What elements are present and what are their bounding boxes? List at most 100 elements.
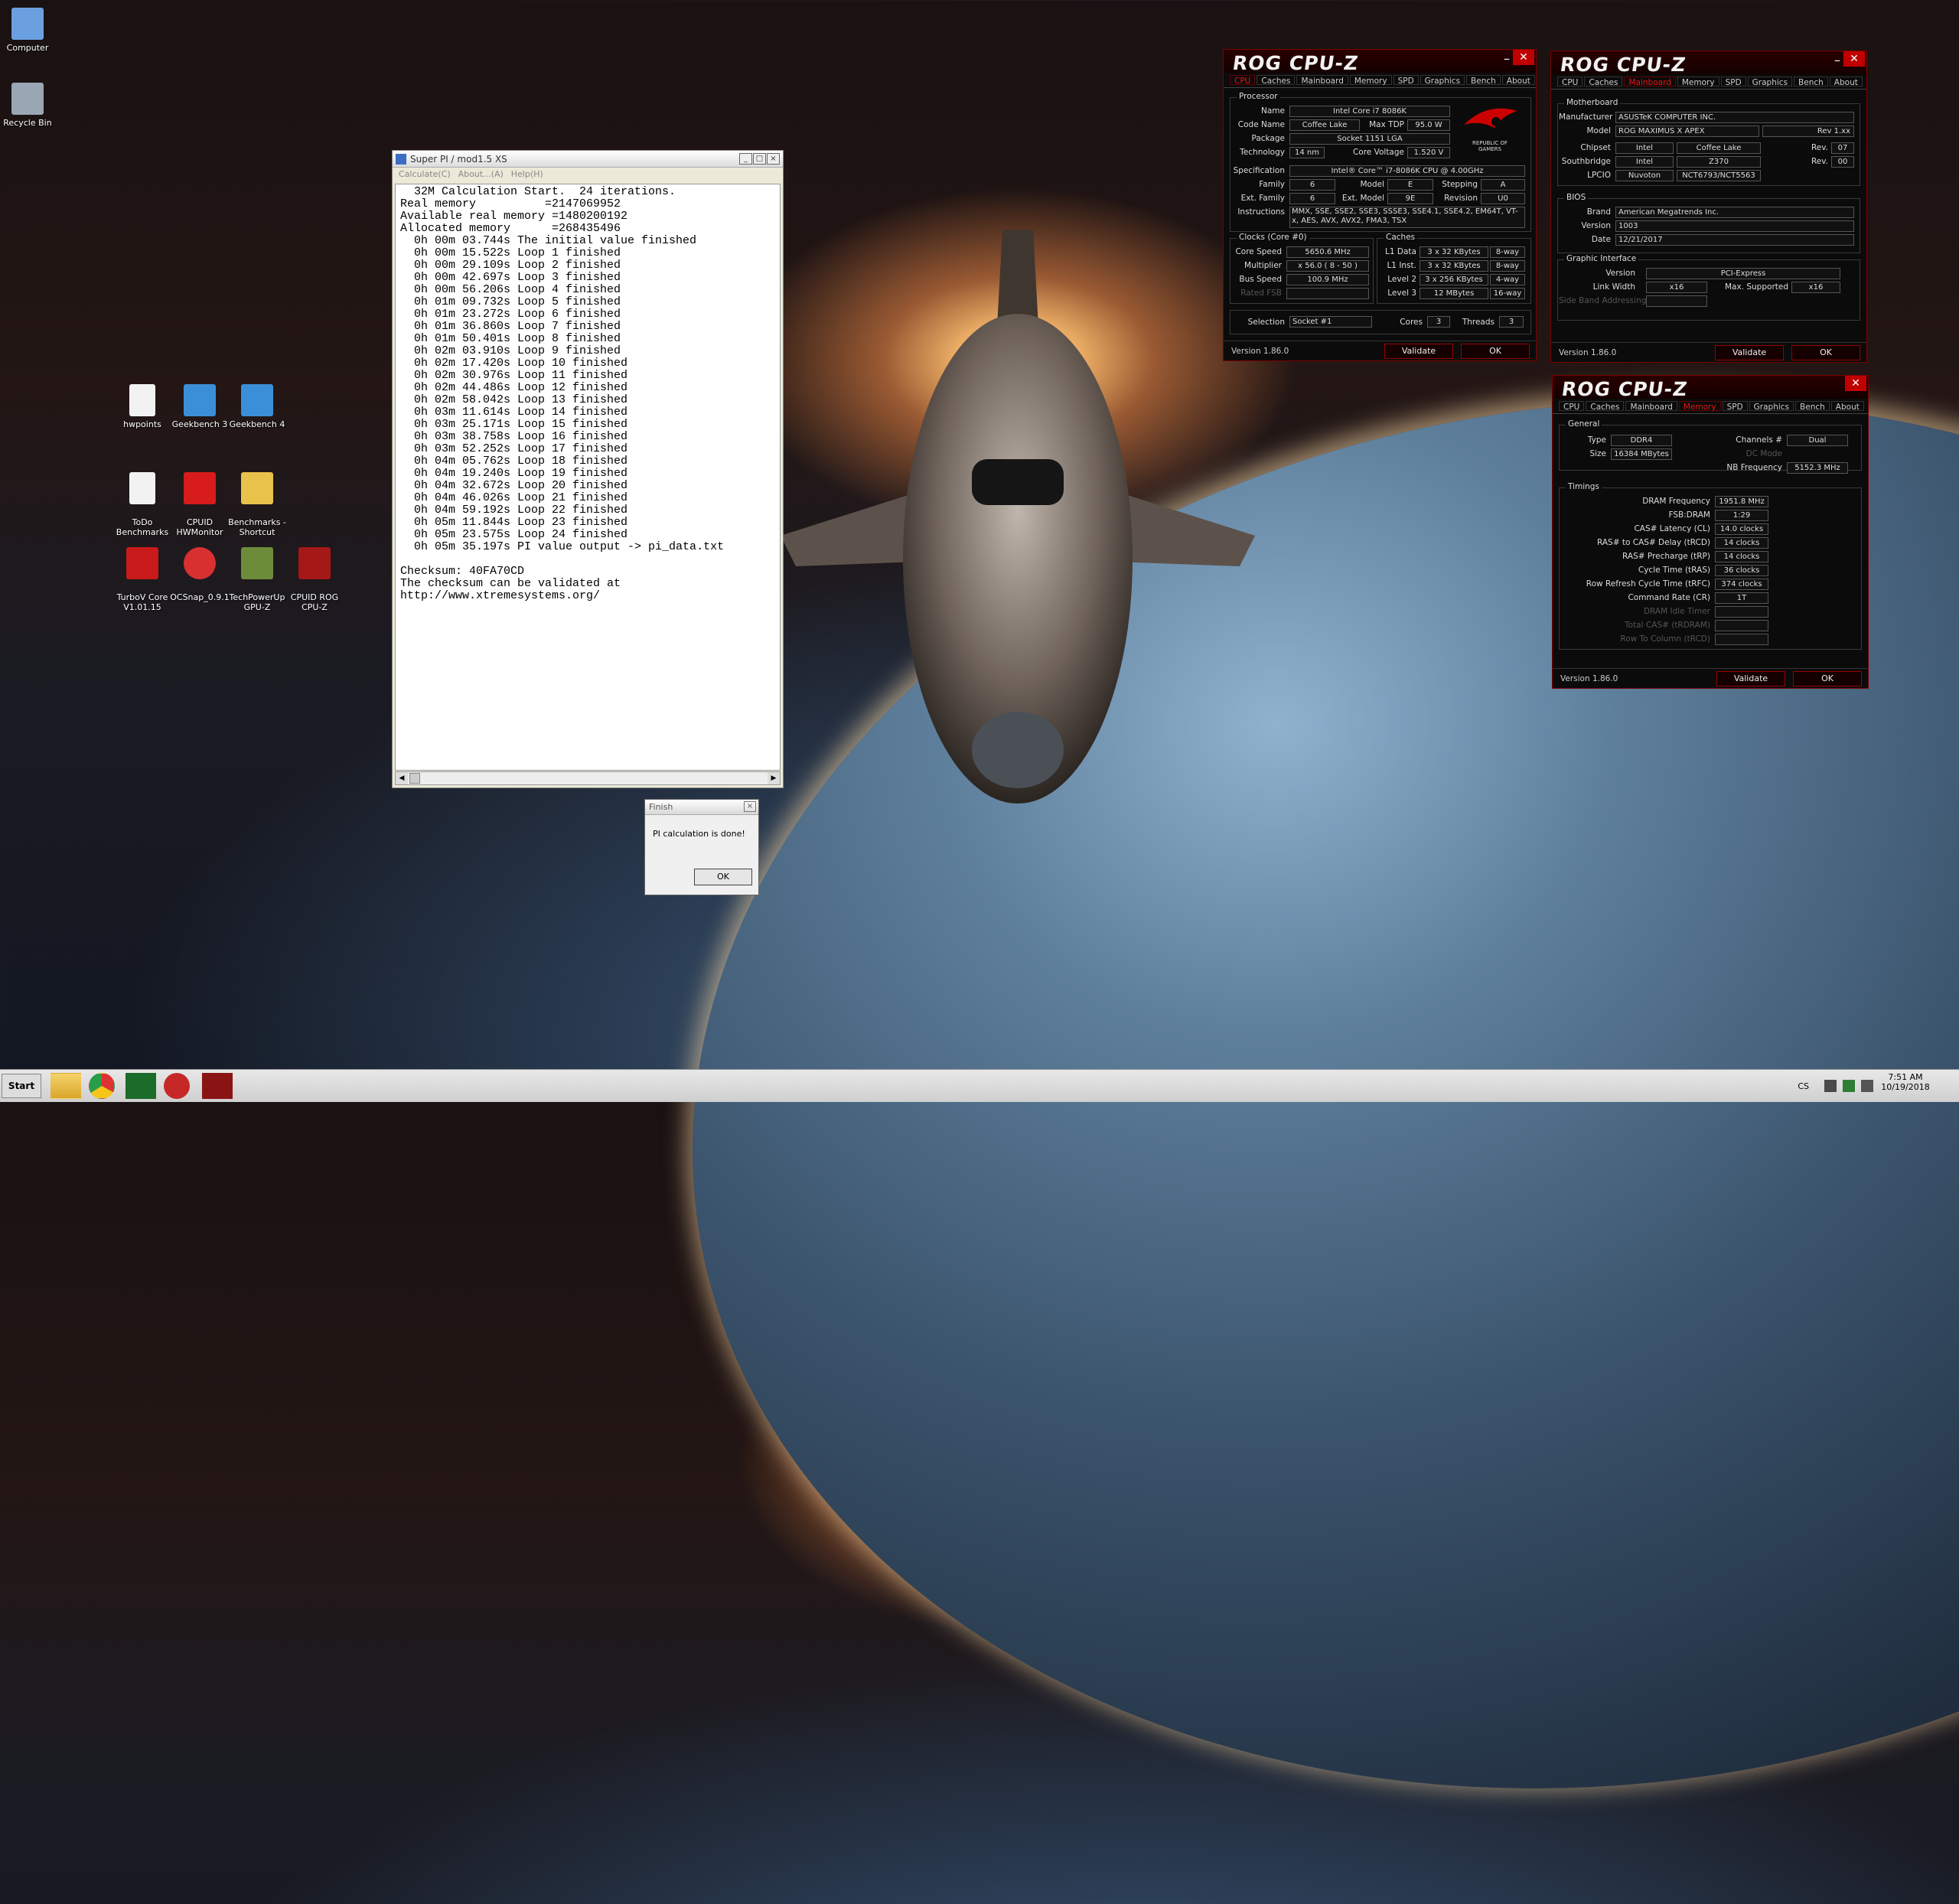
label-lpcio: LPCIO: [1587, 171, 1611, 180]
value-row-to-column: [1715, 634, 1768, 645]
label-southbridge: Southbridge: [1561, 157, 1611, 166]
title-bar[interactable]: Super PI / mod1.5 XS _ □ ×: [393, 151, 783, 168]
value-revision: U0: [1481, 193, 1525, 204]
tab-memory[interactable]: Memory: [1677, 77, 1719, 87]
menu-calculate[interactable]: Calculate(C): [399, 169, 451, 180]
clock[interactable]: 7:51 AM 10/19/2018: [1875, 1072, 1936, 1092]
tab-cpu[interactable]: CPU: [1559, 401, 1585, 412]
scroll-thumb[interactable]: [409, 773, 420, 784]
geekbench-icon: [241, 384, 273, 416]
value-idle-timer: [1715, 606, 1768, 618]
socket-select[interactable]: Socket #1: [1289, 316, 1372, 328]
ok-button[interactable]: OK: [1791, 345, 1860, 360]
desktop-icon-geekbench4[interactable]: Geekbench 4: [219, 384, 295, 429]
ok-button[interactable]: OK: [1461, 344, 1530, 359]
tab-mainboard[interactable]: Mainboard: [1296, 75, 1348, 86]
tab-caches[interactable]: Caches: [1257, 75, 1296, 86]
title-bar[interactable]: ROG CPU-Z ✕: [1553, 376, 1868, 400]
ok-button[interactable]: OK: [694, 869, 752, 885]
close-icon[interactable]: ✕: [1513, 50, 1534, 65]
tab-about[interactable]: About: [1829, 77, 1863, 87]
desktop-icon-computer[interactable]: Computer: [0, 8, 66, 53]
flag-icon[interactable]: [1824, 1080, 1837, 1092]
tab-spd[interactable]: SPD: [1722, 401, 1748, 412]
tab-memory[interactable]: Memory: [1349, 75, 1392, 86]
title-bar[interactable]: ROG CPU-Z – ✕: [1551, 51, 1866, 76]
tab-spd[interactable]: SPD: [1393, 75, 1419, 86]
language-indicator[interactable]: CS: [1798, 1081, 1809, 1091]
tab-spd[interactable]: SPD: [1720, 77, 1746, 87]
horizontal-scrollbar[interactable]: ◀ ▶: [395, 771, 781, 785]
value-busspeed: 100.9 MHz: [1286, 274, 1369, 285]
rog-cpuz-icon: [298, 547, 331, 579]
close-icon[interactable]: ✕: [1845, 376, 1866, 391]
close-icon[interactable]: ×: [744, 801, 756, 812]
label-sb-rev: Rev.: [1811, 157, 1828, 166]
value-channels: Dual: [1787, 435, 1848, 446]
tab-caches[interactable]: Caches: [1586, 401, 1625, 412]
tab-graphics[interactable]: Graphics: [1747, 77, 1793, 87]
cpuz-cpu-window[interactable]: ROG CPU-Z – ✕ CPU Caches Mainboard Memor…: [1223, 49, 1537, 361]
value-cl: 14.0 clocks: [1715, 523, 1768, 535]
start-button[interactable]: Start: [2, 1074, 41, 1098]
tab-cpu[interactable]: CPU: [1557, 77, 1583, 87]
close-icon[interactable]: ×: [767, 153, 780, 165]
minimize-icon[interactable]: –: [1834, 53, 1840, 67]
cpuz-memory-window[interactable]: ROG CPU-Z ✕ CPU Caches Mainboard Memory …: [1552, 375, 1869, 689]
finish-dialog[interactable]: Finish × PI calculation is done! OK: [644, 799, 759, 895]
tab-bench[interactable]: Bench: [1794, 77, 1828, 87]
volume-icon[interactable]: [1861, 1080, 1873, 1092]
validate-button[interactable]: Validate: [1715, 345, 1784, 360]
scroll-right-icon[interactable]: ▶: [768, 772, 780, 784]
rog-cpuz-taskbar-icon[interactable]: [202, 1073, 233, 1099]
group-title: BIOS: [1564, 193, 1589, 202]
maximize-icon[interactable]: □: [753, 153, 766, 165]
desktop-icon-benchmarks[interactable]: Benchmarks - Shortcut: [219, 462, 295, 537]
minimize-icon[interactable]: –: [1504, 51, 1510, 66]
cpuz-mainboard-window[interactable]: ROG CPU-Z – ✕ CPU Caches Mainboard Memor…: [1550, 51, 1867, 363]
menu-help[interactable]: Help(H): [511, 169, 543, 180]
dialog-title-bar[interactable]: Finish ×: [645, 800, 758, 815]
rog-badge-text: REPUBLIC OF GAMERS: [1472, 140, 1508, 152]
ok-button[interactable]: OK: [1793, 671, 1862, 686]
chrome-icon[interactable]: [89, 1073, 115, 1099]
label-size: Size: [1589, 449, 1606, 458]
tab-mainboard[interactable]: Mainboard: [1625, 401, 1677, 412]
value-corespeed: 5650.6 MHz: [1286, 246, 1369, 258]
label-fsb-dram: FSB:DRAM: [1668, 510, 1710, 520]
desktop-icon-rog-cpuz[interactable]: CPUID ROG CPU-Z: [276, 537, 353, 612]
ocsnap-taskbar-icon[interactable]: [164, 1073, 190, 1099]
validate-button[interactable]: Validate: [1716, 671, 1785, 686]
title-bar[interactable]: ROG CPU-Z – ✕: [1224, 50, 1536, 74]
file-explorer-icon[interactable]: [51, 1073, 81, 1099]
menu-about[interactable]: About...(A): [458, 169, 504, 180]
tab-bench[interactable]: Bench: [1466, 75, 1501, 86]
desktop-icon-recycle-bin[interactable]: Recycle Bin: [0, 83, 66, 128]
network-icon[interactable]: [1843, 1080, 1855, 1092]
validate-button[interactable]: Validate: [1384, 344, 1453, 359]
tab-about[interactable]: About: [1830, 401, 1864, 412]
group-title: Motherboard: [1564, 98, 1621, 107]
label-revision: Revision: [1444, 194, 1478, 203]
label-trdram: Total CAS# (tRDRAM): [1625, 621, 1710, 630]
value-cores: 3: [1427, 316, 1450, 328]
scroll-left-icon[interactable]: ◀: [396, 772, 408, 784]
tab-about[interactable]: About: [1501, 75, 1535, 86]
tab-memory[interactable]: Memory: [1678, 401, 1721, 412]
tab-cpu[interactable]: CPU: [1230, 75, 1256, 86]
tab-bench[interactable]: Bench: [1795, 401, 1830, 412]
tab-graphics[interactable]: Graphics: [1420, 75, 1465, 86]
label-corevoltage: Core Voltage: [1352, 148, 1404, 157]
tab-mainboard[interactable]: Mainboard: [1624, 77, 1676, 87]
label-spec: Specification: [1233, 166, 1285, 175]
superpi-window[interactable]: Super PI / mod1.5 XS _ □ × Calculate(C) Ab…: [392, 150, 784, 788]
close-icon[interactable]: ✕: [1843, 51, 1865, 67]
superpi-taskbar-icon[interactable]: [125, 1073, 156, 1099]
label-corespeed: Core Speed: [1235, 247, 1282, 256]
value-spec: Intel® Core™ i7-8086K CPU @ 4.00GHz: [1289, 165, 1525, 177]
tab-graphics[interactable]: Graphics: [1749, 401, 1794, 412]
tab-bar: CPU Caches Mainboard Memory SPD Graphics…: [1224, 73, 1536, 88]
label-extmodel: Ext. Model: [1341, 194, 1384, 203]
minimize-icon[interactable]: _: [739, 153, 752, 165]
tab-caches[interactable]: Caches: [1584, 77, 1623, 87]
